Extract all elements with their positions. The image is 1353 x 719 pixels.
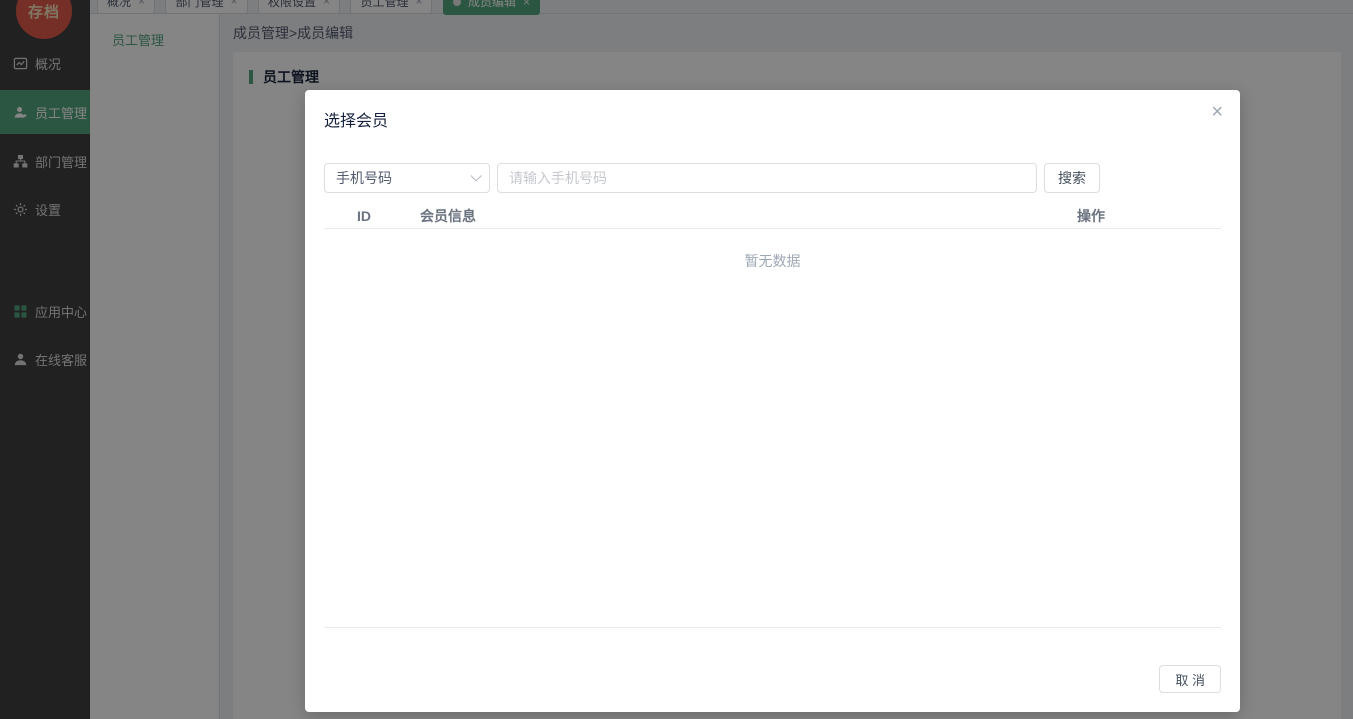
cancel-button[interactable]: 取 消 xyxy=(1159,665,1221,693)
select-value: 手机号码 xyxy=(336,170,392,186)
dialog-title: 选择会员 xyxy=(324,113,389,130)
search-type-select[interactable]: 手机号码 xyxy=(324,163,490,193)
column-header-actions: 操作 xyxy=(1077,207,1105,224)
phone-number-input[interactable] xyxy=(497,163,1037,193)
dialog-header: 选择会员 × xyxy=(305,90,1240,146)
app-window: 存档 概况 员工管理 部门管理 设置 应用中心 在线客服 概况 × 部门管理 ×… xyxy=(0,0,1353,719)
table-header-row: ID 会员信息 操作 xyxy=(324,203,1221,229)
dialog-footer: 取 消 xyxy=(324,628,1221,693)
table-body: 暂无数据 xyxy=(324,229,1221,628)
close-icon[interactable]: × xyxy=(1211,102,1223,122)
search-row: 手机号码 搜索 xyxy=(324,163,1221,193)
select-member-dialog: 选择会员 × 手机号码 搜索 ID 会员信息 操作 暂无数据 取 消 xyxy=(305,90,1240,712)
chevron-down-icon xyxy=(470,170,482,182)
search-button[interactable]: 搜索 xyxy=(1044,163,1100,193)
dialog-body: 手机号码 搜索 ID 会员信息 操作 暂无数据 取 消 xyxy=(324,163,1221,693)
column-header-id: ID xyxy=(357,207,371,224)
empty-state-text: 暂无数据 xyxy=(744,253,801,269)
column-header-member-info: 会员信息 xyxy=(420,207,476,224)
